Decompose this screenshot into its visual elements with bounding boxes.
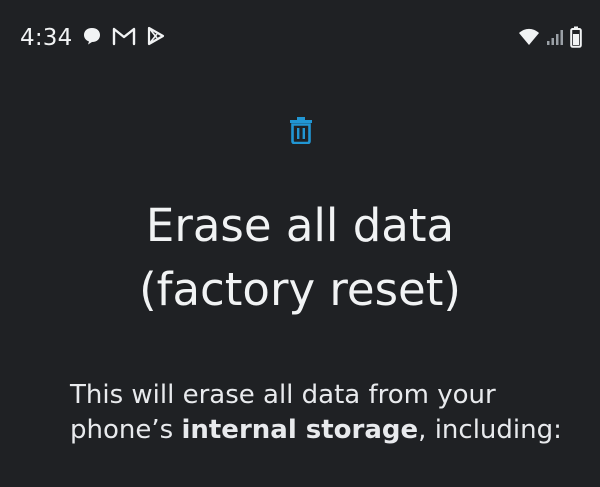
- chat-bubble-icon: [82, 26, 102, 46]
- page-title-line-1: Erase all data: [145, 199, 455, 252]
- trash-icon: [288, 116, 314, 145]
- system-icons: [518, 26, 582, 48]
- notification-icons: [82, 26, 166, 46]
- play-store-icon: [146, 26, 166, 46]
- page-title: Erase all data (factory reset): [0, 194, 600, 322]
- gmail-icon: [112, 26, 136, 46]
- page-title-line-2: (factory reset): [139, 263, 461, 316]
- internal-storage-emphasis: internal storage: [181, 415, 419, 445]
- battery-icon: [570, 26, 582, 48]
- signal-icon: [546, 28, 564, 46]
- status-time: 4:34: [20, 25, 73, 51]
- status-bar: 4:34: [0, 0, 600, 76]
- wifi-icon: [518, 28, 540, 46]
- description-text: This will erase all data from your phone…: [70, 378, 570, 448]
- description-text-end: , including:: [418, 415, 562, 445]
